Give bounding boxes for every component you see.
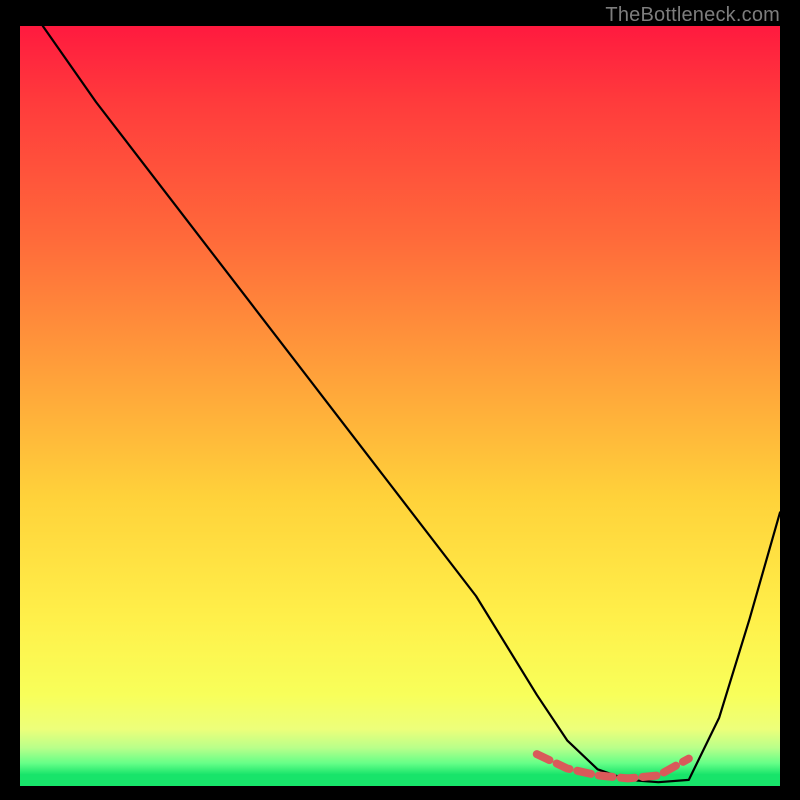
bottleneck-curve-path <box>43 26 780 782</box>
watermark-text: TheBottleneck.com <box>605 4 780 27</box>
chart-plot-area <box>20 26 780 786</box>
chart-svg <box>20 26 780 786</box>
highlight-band-path <box>537 754 689 778</box>
